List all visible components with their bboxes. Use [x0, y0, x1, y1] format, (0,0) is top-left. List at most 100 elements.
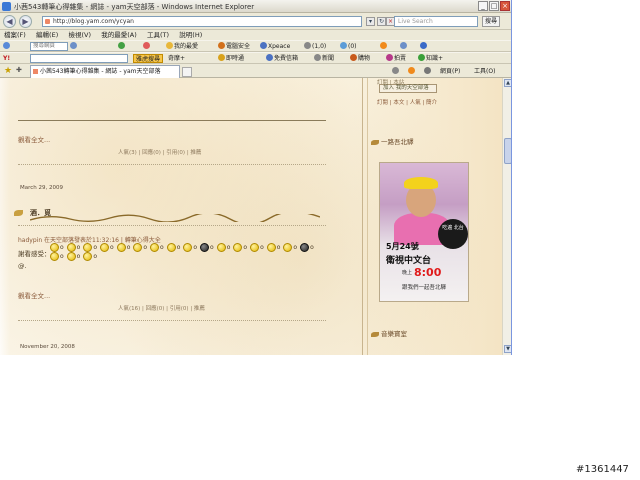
menu-favorites[interactable]: 我的最愛(A) — [101, 30, 137, 40]
new-tab-button[interactable] — [182, 67, 192, 77]
emoticon-icon — [216, 243, 226, 252]
post-body-suffix: @. — [18, 262, 27, 270]
post-date-2: November 20, 2008 — [20, 344, 75, 350]
yahoo-search-input[interactable] — [30, 54, 128, 63]
emoticon-icon — [300, 243, 310, 252]
add-favorite-icon[interactable]: ✚ — [16, 66, 22, 74]
home-icon[interactable] — [392, 67, 400, 76]
menu-help[interactable]: 說明(H) — [179, 30, 202, 40]
toolbar-yahoo: Y! 雅虎搜尋 奇摩+ 即時通 免費信箱 新聞 購物 拍賣 知識+ — [0, 52, 511, 64]
tab-label: 小茜543轉筆心得雜集 - 網誌 - yam天空部落 — [40, 68, 161, 75]
emoticon-row: o o o o o o o o o o o o o o o oo o o — [50, 243, 320, 273]
emoticon-separator: o — [310, 244, 314, 251]
follow-button[interactable]: 加入 我的天空部落 — [379, 84, 437, 93]
print-icon[interactable] — [424, 67, 432, 76]
feeds-icon[interactable] — [408, 67, 416, 76]
decorative-squiggle — [30, 214, 320, 222]
menu-file[interactable]: 檔案(F) — [4, 30, 26, 40]
emoticon-separator: o — [226, 244, 231, 251]
yahoo-search-button[interactable]: 雅虎搜尋 — [133, 54, 164, 63]
screenshot-stage: 小茜543轉筆心得雜集 - 網誌 - yam天空部落 - Windows Int… — [0, 0, 640, 480]
emoticon-icon — [266, 243, 276, 252]
emoticon-icon — [50, 252, 59, 261]
minimize-button[interactable]: _ — [478, 1, 488, 11]
post-body-prefix: 謝看感受： — [18, 250, 51, 258]
toolbar-help-icon[interactable] — [420, 42, 428, 51]
title-bar: 小茜543轉筆心得雜集 - 網誌 - yam天空部落 - Windows Int… — [0, 0, 511, 13]
toolbar-search-icon[interactable] — [70, 42, 78, 51]
favorites-star-icon[interactable]: ★ — [4, 66, 12, 76]
emoticon-icon — [183, 243, 193, 252]
emoticon-separator: o — [243, 244, 248, 251]
dropdown-arrow-icon[interactable]: ▾ — [366, 17, 375, 26]
emoticon-icon — [83, 243, 93, 252]
browser-window: 小茜543轉筆心得雜集 - 網誌 - yam天空部落 - Windows Int… — [0, 0, 512, 355]
emoticon-separator: o — [93, 253, 98, 260]
ad-person-hat — [404, 177, 438, 189]
tab-current[interactable]: 小茜543轉筆心得雜集 - 網誌 - yam天空部落 — [30, 65, 180, 78]
toolbar-security-item[interactable]: 電腦安全 — [218, 42, 250, 51]
emoticon-icon — [283, 243, 293, 252]
tab-favicon-icon — [33, 69, 38, 74]
read-more-link-1[interactable]: 觀看全文... — [18, 134, 50, 144]
toolbar-favorites-item[interactable]: 我的最愛 — [166, 42, 198, 51]
ad-time-prefix: 晚上 — [402, 270, 413, 276]
toolbar-xpeace-item[interactable]: Xpeace — [260, 42, 290, 51]
emoticon-separator: o — [193, 244, 198, 251]
toolbar-mail-item[interactable]: (0) — [340, 42, 357, 51]
toolbar-counter-item[interactable]: (1,0) — [304, 42, 326, 51]
close-button[interactable]: × — [500, 1, 510, 11]
search-button[interactable]: 搜尋 — [482, 16, 500, 27]
subscribe-links[interactable]: 訂閱 | 本文 | 人氣 | 簡介 — [377, 98, 437, 106]
forward-icon[interactable]: ▶ — [19, 15, 32, 28]
toolbar-back-green-icon[interactable] — [118, 42, 126, 51]
read-more-link-2[interactable]: 觀看全文... — [18, 290, 50, 300]
live-search-input[interactable]: Live Search — [394, 16, 478, 27]
post-meta-1: 人氣(3) | 回應(0) | 引用(0) | 推薦 — [118, 150, 202, 156]
ad-channel: 衛視中文台 — [386, 256, 432, 266]
back-icon[interactable]: ◀ — [3, 15, 16, 28]
emoticon-separator: o — [76, 253, 81, 260]
maximize-button[interactable]: □ — [489, 1, 499, 11]
emoticon-separator: o — [176, 244, 181, 251]
menu-bar: 檔案(F) 編輯(E) 檢視(V) 我的最愛(A) 工具(T) 說明(H) — [0, 30, 511, 40]
address-input[interactable]: http://blog.yam.com/ycyan — [42, 16, 362, 27]
tab-row: ★ ✚ 小茜543轉筆心得雜集 - 網誌 - yam天空部落 網頁(P) 工具(… — [0, 64, 511, 78]
scroll-up-icon[interactable]: ▲ — [504, 79, 511, 87]
emoticon-icon — [200, 243, 210, 252]
menu-edit[interactable]: 編輯(E) — [36, 30, 58, 40]
window-title: 小茜543轉筆心得雜集 - 網誌 - yam天空部落 - Windows Int… — [14, 3, 255, 11]
toolbar-heart-icon[interactable] — [143, 42, 151, 51]
yahoo-auction-item[interactable]: 拍賣 — [386, 54, 406, 63]
advertisement-banner[interactable]: 吃遍 北台 5月24號 衛視中文台 晚上 8:00 跟我們一起吾北驛 — [379, 162, 469, 302]
toolbar-search-input[interactable]: 搜尋網頁 — [30, 42, 68, 51]
scroll-thumb[interactable] — [504, 138, 511, 164]
yahoo-news-item[interactable]: 新聞 — [314, 54, 334, 63]
post-date-1: March 29, 2009 — [20, 185, 64, 191]
toolbar-primary: 搜尋網頁 我的最愛 電腦安全 Xpeace (1,0) (0) — [0, 40, 511, 52]
emoticon-separator: o — [160, 244, 164, 251]
divider-top — [18, 120, 326, 121]
refresh-icon[interactable]: ↻ — [377, 17, 386, 26]
toolbar-rss-icon[interactable] — [380, 42, 388, 51]
ie-icon — [2, 2, 11, 11]
emoticon-separator: o — [293, 244, 298, 251]
tools-menu[interactable]: 工具(O) — [474, 67, 495, 76]
vertical-scrollbar[interactable]: ▲ ▼ — [502, 78, 511, 355]
yahoo-shopping-item[interactable]: 購物 — [350, 54, 370, 63]
yahoo-mail-item[interactable]: 免費信箱 — [266, 54, 298, 63]
leaf-icon — [371, 331, 379, 337]
yahoo-logo-icon: Y! — [3, 55, 11, 62]
sidebar: 訂閱 | 本站 加入 我的天空部落 訂閱 | 本文 | 人氣 | 簡介 一路吾北… — [362, 78, 472, 355]
toolbar-settings-icon[interactable] — [400, 42, 408, 51]
divider-dotted-2 — [18, 225, 326, 226]
page-menu[interactable]: 網頁(P) — [440, 67, 460, 76]
menu-tools[interactable]: 工具(T) — [147, 30, 169, 40]
yahoo-plus-item[interactable]: 奇摩+ — [168, 54, 185, 63]
emoticon-icon — [66, 252, 76, 261]
emoticon-separator: o — [60, 244, 64, 251]
menu-view[interactable]: 檢視(V) — [68, 30, 91, 40]
yahoo-knowledge-item[interactable]: 知識+ — [418, 54, 443, 63]
yahoo-messenger-item[interactable]: 即時通 — [218, 54, 244, 63]
scroll-down-icon[interactable]: ▼ — [504, 345, 511, 353]
